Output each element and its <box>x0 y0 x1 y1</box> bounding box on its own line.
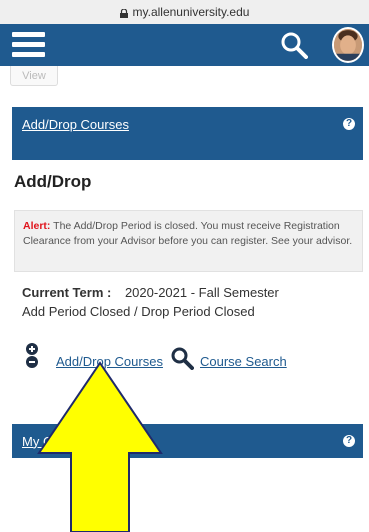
my-gpa-link[interactable]: My GPA <box>22 434 69 449</box>
current-term-block: Current Term : 2020-2021 - Fall Semester… <box>22 283 279 321</box>
add-drop-courses-link[interactable]: Add/Drop Courses <box>56 354 163 369</box>
url-text: my.allenuniversity.edu <box>132 5 250 19</box>
page-title: Add/Drop <box>14 172 92 191</box>
view-button[interactable]: View <box>10 66 58 86</box>
term-status: Add Period Closed / Drop Period Closed <box>22 304 255 319</box>
current-term-label: Current Term : <box>22 285 112 300</box>
add-drop-courses-panel-link[interactable]: Add/Drop Courses <box>22 117 129 132</box>
search-icon[interactable] <box>280 31 308 59</box>
search-icon <box>171 347 194 370</box>
panel-strip <box>12 141 363 160</box>
course-search-link[interactable]: Course Search <box>200 354 287 369</box>
gpa-link-suffix: t <box>125 434 129 449</box>
hamburger-icon[interactable] <box>12 30 45 60</box>
lock-icon <box>119 8 128 18</box>
add-drop-panel-header: Add/Drop Courses ? <box>12 107 363 141</box>
user-avatar[interactable] <box>332 27 364 63</box>
help-icon[interactable]: ? <box>343 435 355 447</box>
help-icon[interactable]: ? <box>343 118 355 130</box>
app-header <box>0 24 369 66</box>
current-term-value: 2020-2021 - Fall Semester <box>124 285 279 300</box>
gpa-panel-header: My GPA t ? <box>12 424 363 458</box>
alert-prefix: Alert: <box>23 220 51 232</box>
action-links: Add/Drop Courses Course Search <box>22 342 362 372</box>
alert-box: Alert: The Add/Drop Period is closed. Yo… <box>14 210 363 272</box>
alert-message: The Add/Drop Period is closed. You must … <box>23 220 353 247</box>
plus-minus-icon <box>26 343 38 368</box>
browser-url-bar[interactable]: my.allenuniversity.edu <box>0 0 369 24</box>
